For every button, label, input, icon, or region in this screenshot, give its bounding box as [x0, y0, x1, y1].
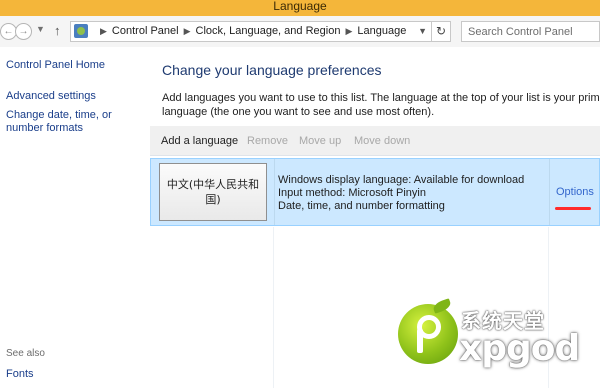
display-language-status: Windows display language: Available for … [278, 174, 525, 186]
title-bar: Language [0, 0, 600, 16]
remove-button[interactable]: Remove [247, 126, 288, 156]
options-link[interactable]: Options [556, 186, 594, 198]
breadcrumb-item-clock-language-region[interactable]: Clock, Language, and Region [196, 25, 341, 37]
move-up-button[interactable]: Move up [299, 126, 341, 156]
forward-arrow-icon[interactable]: → [15, 23, 32, 40]
column-divider [549, 159, 550, 225]
see-also-heading: See also [6, 348, 45, 359]
search-box[interactable] [461, 21, 600, 42]
page-title: Change your language preferences [162, 62, 382, 78]
formatting-text: Date, time, and number formatting [278, 200, 445, 212]
sidebar-item-advanced-settings[interactable]: Advanced settings [6, 90, 144, 103]
watermark-brand-text: xpgod [459, 328, 580, 369]
language-row[interactable]: 中文(中华人民共和国) Windows display language: Av… [150, 158, 600, 226]
move-down-button[interactable]: Move down [354, 126, 410, 156]
watermark-p-stem [417, 329, 423, 353]
language-name-tile[interactable]: 中文(中华人民共和国) [159, 163, 267, 221]
left-nav-pane: Control Panel Home Advanced settings Cha… [0, 47, 150, 388]
sidebar-item-control-panel-home[interactable]: Control Panel Home [6, 59, 144, 72]
window-title: Language [273, 0, 327, 13]
breadcrumb-item-control-panel[interactable]: Control Panel [112, 25, 179, 37]
column-divider [274, 159, 275, 225]
refresh-icon[interactable]: ↻ [432, 21, 451, 42]
search-input[interactable] [462, 22, 599, 41]
address-field[interactable]: ▶ Control Panel ▶ Clock, Language, and Regi… [70, 21, 432, 42]
add-language-button[interactable]: Add a language [161, 126, 238, 156]
site-watermark: 系统天堂 xpgod [393, 298, 600, 388]
language-details: Windows display language: Available for … [278, 174, 524, 213]
breadcrumb-chevron-icon[interactable]: ▶ [184, 26, 191, 36]
breadcrumb-chevron-icon[interactable]: ▶ [100, 26, 107, 36]
address-bar: ← → ▼ ↑ ▶ Control Panel ▶ Clock, Language, … [0, 16, 600, 47]
breadcrumb-item-language[interactable]: Language [357, 25, 406, 37]
page-description: Add languages you want to use to this li… [162, 92, 600, 118]
breadcrumb-chevron-icon[interactable]: ▶ [345, 26, 352, 36]
breadcrumb: ▶ Control Panel ▶ Clock, Language, and Regi… [95, 22, 406, 41]
fonts-link[interactable]: Fonts [6, 368, 34, 380]
column-divider [273, 227, 274, 388]
input-method-text: Input method: Microsoft Pinyin [278, 187, 426, 199]
annotation-underline [555, 207, 591, 210]
control-panel-icon [74, 24, 88, 38]
address-dropdown-icon[interactable]: ▼ [418, 22, 427, 41]
sidebar-item-change-date-time-formats[interactable]: Change date, time, or number formats [6, 109, 144, 135]
language-toolbar: Add a language Remove Move up Move down [150, 126, 600, 156]
chevron-down-icon[interactable]: ▼ [36, 24, 45, 34]
up-arrow-icon[interactable]: ↑ [54, 23, 61, 38]
